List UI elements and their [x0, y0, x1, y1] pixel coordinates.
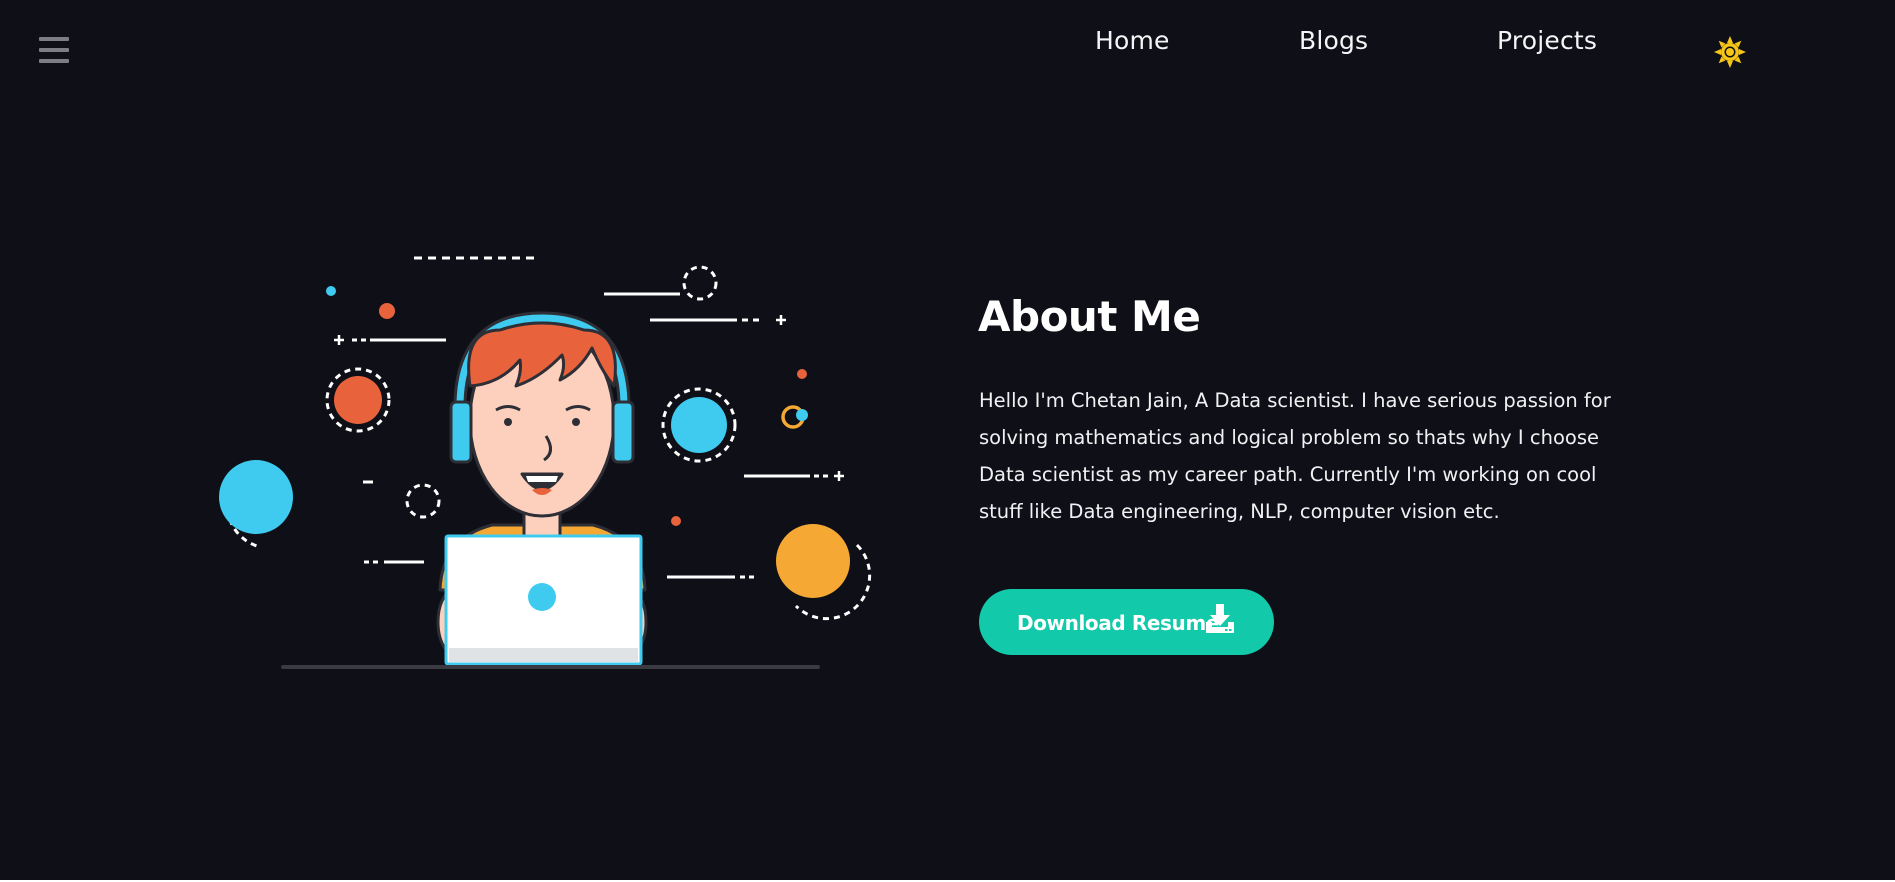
- nav-link-home[interactable]: Home: [1095, 26, 1170, 55]
- download-resume-button[interactable]: Download Resume: [979, 589, 1274, 655]
- theme-toggle-button[interactable]: [1713, 35, 1747, 69]
- sun-icon: [1714, 36, 1746, 68]
- page: Home Blogs Projects About Me Hello I'm C…: [0, 0, 1895, 880]
- developer-illustration: [219, 256, 872, 669]
- laptop-illustration: [444, 534, 643, 666]
- nav-link-projects[interactable]: Projects: [1497, 26, 1597, 55]
- download-icon: [1206, 604, 1234, 633]
- about-description: Hello I'm Chetan Jain, A Data scientist.…: [979, 389, 1611, 523]
- download-resume-label: Download Resume: [1017, 611, 1219, 635]
- about-title: About Me: [978, 292, 1201, 341]
- nav-link-blogs[interactable]: Blogs: [1299, 26, 1368, 55]
